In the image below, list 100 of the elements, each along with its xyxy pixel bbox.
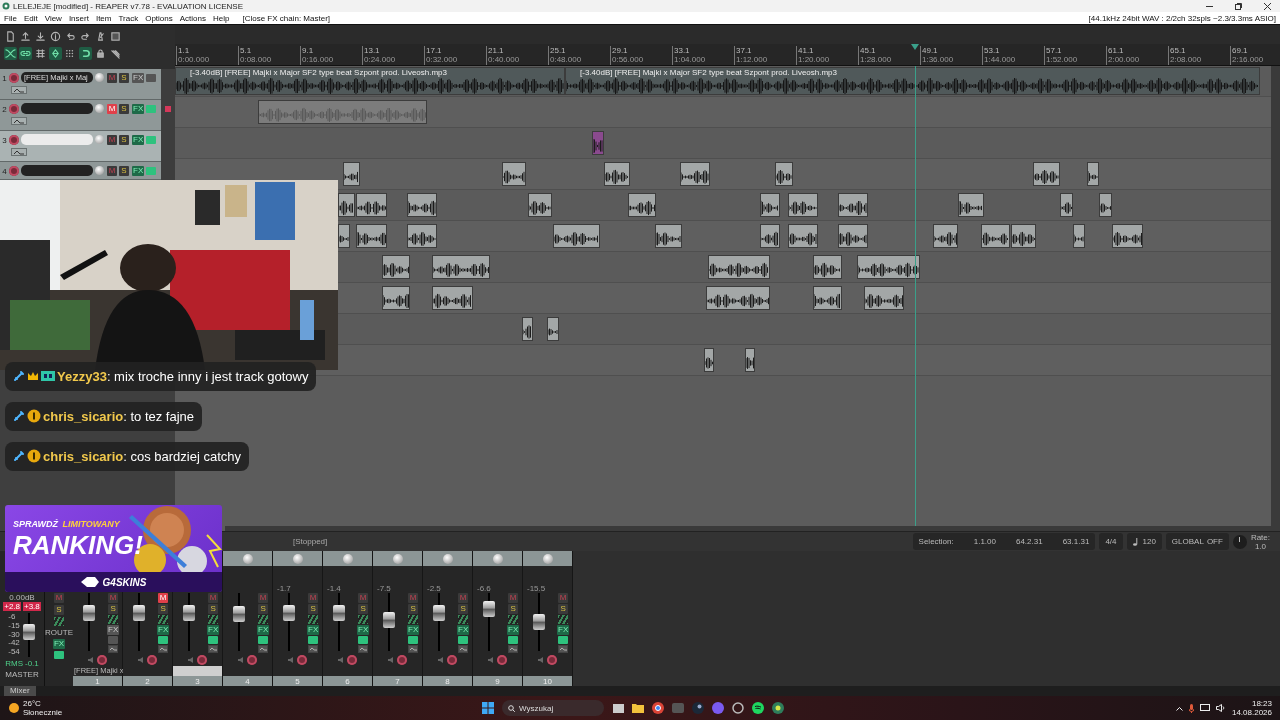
ruler-time-label: 0:32.000: [426, 55, 458, 64]
route-label: ROUTE: [45, 628, 73, 637]
track-number: 2: [1, 105, 8, 114]
ruler-time-label: 2:08.000: [1170, 55, 1202, 64]
fx-button[interactable]: FX: [457, 625, 470, 635]
fx-button[interactable]: FX: [307, 625, 320, 635]
solo-button[interactable]: S: [458, 604, 469, 614]
strip-number: 10: [523, 676, 572, 686]
fx-button[interactable]: FX: [357, 625, 370, 635]
ruler-time-label: 0:40.000: [488, 55, 520, 64]
menu-item[interactable]: File: [4, 13, 17, 23]
meter-scale-label: -42: [8, 639, 20, 649]
weather-text: Słonecznie: [23, 708, 63, 717]
mixer-tab[interactable]: Mixer: [4, 686, 36, 696]
tempo-value: 120: [1142, 537, 1156, 546]
temperature: 26°C: [23, 699, 42, 708]
ruler-bar-label: 1.1: [178, 46, 191, 55]
fx-button[interactable]: FX: [257, 625, 270, 635]
fx-button[interactable]: FX: [132, 103, 145, 114]
strip-number: 6: [323, 676, 372, 686]
ad-kicker-highlight: LIMITOWANY: [62, 519, 120, 529]
solo-button[interactable]: S: [119, 134, 129, 145]
track-number: 1: [1, 74, 8, 83]
mute-button[interactable]: M: [107, 103, 117, 114]
meter-clip-reading: +2.8: [3, 602, 21, 611]
master-label: MASTER: [5, 670, 39, 679]
ruler-time-label: 0:08.000: [240, 55, 272, 64]
mute-button[interactable]: M: [158, 593, 169, 603]
automation-label: GLOBAL: [1171, 537, 1204, 546]
strip-number: 8: [423, 676, 472, 686]
advertisement-banner[interactable]: SPRAWDŹ LIMITOWANY RANKING! G4SKINS: [5, 505, 222, 592]
ruler-bar-label: 9.1: [302, 46, 315, 55]
clock-date: 14.08.2026: [1231, 708, 1272, 717]
selection-value: 64.2.31: [1015, 537, 1043, 546]
solo-button[interactable]: S: [558, 604, 569, 614]
search-input[interactable]: Wyszukaj: [519, 703, 589, 713]
volume-reading: -2.5: [427, 584, 441, 593]
fx-button[interactable]: FX: [507, 625, 520, 635]
media-item-label: [-3.40dB] [FREE] Majki x Major SF2 type beat Szpont prod. Liveosh.mp3: [189, 68, 448, 77]
solo-button[interactable]: S: [119, 165, 129, 176]
fx-button[interactable]: FX: [132, 72, 145, 83]
media-item[interactable]: [-3.40dB] [FREE] Majki x Major SF2 type beat Szpont prod. Liveosh.mp3: [175, 67, 565, 95]
solo-button[interactable]: S: [508, 604, 519, 614]
menu-item[interactable]: Actions: [179, 13, 206, 23]
menu-status-text: [Close FX chain: Master]: [242, 13, 331, 23]
meter-scale-label: -30: [8, 630, 20, 640]
solo-button[interactable]: S: [258, 604, 269, 614]
strip-number: 1: [73, 676, 122, 686]
fx-button[interactable]: FX: [207, 625, 220, 635]
menu-item[interactable]: Help: [213, 13, 230, 23]
solo-button[interactable]: S: [358, 604, 369, 614]
strip-number: 3: [173, 676, 222, 686]
menu-item[interactable]: Insert: [68, 13, 89, 23]
ruler-time-label: 1:36.000: [922, 55, 954, 64]
track-header[interactable]: 3 M S FX: [0, 131, 161, 162]
selection-value: 1.1.00: [973, 537, 996, 546]
ad-brand: G4SKINS: [102, 576, 147, 588]
solo-button[interactable]: S: [308, 604, 319, 614]
menu-item[interactable]: Item: [95, 13, 112, 23]
track-header[interactable]: 2 M S FX: [0, 100, 161, 131]
time-signature: 4/4: [1105, 537, 1117, 546]
fx-button[interactable]: FX: [157, 625, 170, 635]
media-item[interactable]: [-3.40dB] [FREE] Majki x Major SF2 type beat Szpont prod. Liveosh.mp3: [565, 67, 1260, 95]
track-header[interactable]: 4 M S FX: [0, 162, 161, 180]
solo-button[interactable]: S: [408, 604, 419, 614]
ruler-bar-label: 21.1: [488, 46, 505, 55]
ruler-time-label: 1:28.000: [860, 55, 892, 64]
solo-button[interactable]: S: [108, 604, 119, 614]
search-bar[interactable]: Wyszukaj: [502, 700, 604, 716]
ruler-bar-label: 29.1: [612, 46, 629, 55]
solo-button[interactable]: S: [119, 72, 129, 83]
menu-item[interactable]: Edit: [23, 13, 38, 23]
ruler-bar-label: 49.1: [922, 46, 939, 55]
strip-number: 5: [273, 676, 322, 686]
ruler-time-label: 1:20.000: [798, 55, 830, 64]
ruler-bar-label: 17.1: [426, 46, 443, 55]
solo-button[interactable]: S: [54, 605, 64, 615]
fx-button[interactable]: FX: [107, 625, 120, 635]
ruler-time-label: 0:16.000: [302, 55, 334, 64]
ruler-bar-label: 45.1: [860, 46, 877, 55]
ruler-bar-label: 37.1: [736, 46, 753, 55]
ruler-time-label: 1:12.000: [736, 55, 768, 64]
solo-button[interactable]: S: [119, 103, 129, 114]
fx-button[interactable]: FX: [407, 625, 420, 635]
meter-clip-reading: +3.8: [23, 602, 41, 611]
fx-button[interactable]: FX: [52, 639, 66, 649]
selection-label: Selection:: [918, 537, 954, 546]
menu-item[interactable]: View: [44, 13, 62, 23]
ruler-time-label: 0:56.000: [612, 55, 644, 64]
fx-button[interactable]: FX: [557, 625, 570, 635]
solo-button[interactable]: S: [208, 604, 219, 614]
menu-item[interactable]: Track: [118, 13, 139, 23]
volume-reading: -1.7: [277, 584, 291, 593]
ruler-bar-label: 53.1: [984, 46, 1001, 55]
ruler-time-label: 0:24.000: [364, 55, 396, 64]
solo-button[interactable]: S: [158, 604, 169, 614]
menu-item[interactable]: Options: [145, 13, 173, 23]
fx-button[interactable]: FX: [132, 134, 145, 145]
track-number: 3: [1, 136, 8, 145]
fx-button[interactable]: FX: [132, 165, 145, 176]
